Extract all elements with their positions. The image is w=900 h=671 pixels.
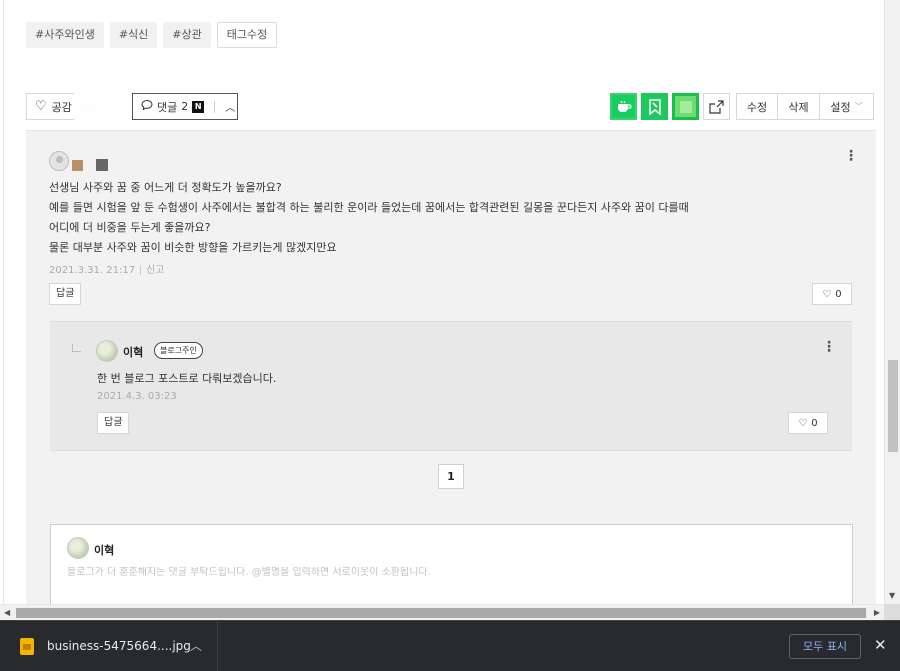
more-options-icon[interactable]: ⋮ bbox=[822, 340, 836, 354]
reply-button[interactable]: 답글 bbox=[49, 283, 82, 305]
horizontal-scrollbar[interactable]: ◀ ▶ bbox=[0, 604, 884, 620]
divider bbox=[140, 265, 142, 275]
tag-edit-button[interactable]: 태그수정 bbox=[216, 22, 278, 48]
reply-author[interactable]: 이혁 bbox=[123, 344, 143, 360]
download-item[interactable]: business-5475664....jpg ︿ bbox=[0, 621, 218, 671]
writer-name: 이혁 bbox=[94, 544, 115, 557]
share-icons bbox=[610, 93, 730, 120]
download-bar: business-5475664....jpg ︿ 모두 표시 ✕ bbox=[0, 620, 900, 671]
scrollbar-corner bbox=[884, 604, 900, 620]
comment-text: 선생님 사주와 꿈 중 어느게 더 정확도가 높을까요? 예를 들면 시험을 앞… bbox=[49, 178, 839, 258]
comment-label: 댓글 bbox=[157, 100, 178, 114]
left-edge bbox=[0, 0, 4, 604]
redacted-name bbox=[96, 159, 108, 171]
reply-date: 2021.4.3. 03:23 bbox=[97, 391, 177, 402]
page-number-current[interactable]: 1 bbox=[438, 464, 464, 489]
avatar[interactable] bbox=[49, 151, 69, 171]
settings-button[interactable]: 설정 ﹀ bbox=[820, 93, 874, 120]
close-icon[interactable]: ✕ bbox=[874, 636, 887, 654]
comment-count: 2 bbox=[181, 100, 189, 113]
new-badge: N bbox=[192, 100, 205, 113]
comment-line: 선생님 사주와 꿈 중 어느게 더 정확도가 높을까요? bbox=[49, 181, 282, 194]
chevron-down-icon: ﹀ bbox=[854, 102, 863, 111]
divider bbox=[214, 100, 216, 113]
scrollbar-thumb[interactable] bbox=[16, 608, 866, 618]
owner-badge: 블로그주인 bbox=[154, 342, 203, 359]
more-options-icon[interactable]: ⋮ bbox=[844, 149, 858, 163]
keep-share-icon[interactable] bbox=[641, 93, 668, 120]
tag-item[interactable]: #식신 bbox=[109, 22, 158, 48]
comment-like-button[interactable]: ♡ 0 bbox=[812, 283, 852, 305]
reply-comment: 이혁 블로그주인 ⋮ 한 번 블로그 포스트로 다뤄보겠습니다. 2021.4.… bbox=[50, 321, 852, 451]
scrollbar-thumb[interactable] bbox=[888, 360, 898, 452]
share-icon[interactable] bbox=[703, 93, 730, 120]
reply-button[interactable]: 답글 bbox=[97, 412, 130, 434]
reply-text: 한 번 블로그 포스트로 다뤄보겠습니다. bbox=[97, 372, 277, 385]
scroll-left-arrow-icon[interactable]: ◀ bbox=[4, 608, 10, 617]
image-file-icon bbox=[20, 638, 34, 655]
tag-item[interactable]: #사주와인생 bbox=[26, 22, 104, 48]
post-action-bar: ♡ 공감 댓글 2 N ︿ 수정 삭제 설정 ﹀ bbox=[26, 93, 876, 129]
download-filename[interactable]: business-5475664....jpg bbox=[47, 639, 191, 653]
settings-label: 설정 bbox=[830, 100, 851, 114]
like-label: 공감 bbox=[51, 100, 72, 114]
post-manage-buttons: 수정 삭제 설정 ﹀ bbox=[736, 93, 874, 120]
scroll-right-arrow-icon[interactable]: ▶ bbox=[874, 608, 880, 617]
heart-icon: ♡ bbox=[35, 99, 47, 114]
heart-icon: ♡ bbox=[822, 288, 832, 300]
redacted-block bbox=[74, 93, 136, 129]
cafe-share-icon[interactable] bbox=[610, 93, 637, 120]
comment-section: ⋮ 선생님 사주와 꿈 중 어느게 더 정확도가 높을까요? 예를 들면 시험을… bbox=[26, 130, 876, 604]
tag-item[interactable]: #상관 bbox=[163, 22, 211, 48]
comment-input[interactable] bbox=[67, 567, 837, 578]
blog-page: #사주와인생 #식신 #상관 태그수정 ♡ 공감 댓글 2 N ︿ 수정 삭제 … bbox=[0, 0, 884, 604]
comment-date: 2021.3.31. 21:17 bbox=[49, 265, 136, 276]
memo-share-icon[interactable] bbox=[672, 93, 699, 120]
heart-icon: ♡ bbox=[798, 417, 808, 429]
comment-toggle-button[interactable]: 댓글 2 N ︿ bbox=[132, 93, 238, 120]
like-count: 0 bbox=[835, 288, 842, 300]
chevron-up-icon[interactable]: ︿ bbox=[190, 637, 202, 654]
avatar[interactable] bbox=[96, 340, 118, 362]
comment-line: 물론 대부분 사주와 꿈이 비슷한 방향을 가르키는게 많겠지만요 bbox=[49, 241, 337, 254]
scroll-down-arrow-icon[interactable]: ▼ bbox=[889, 591, 895, 600]
speech-bubble-icon bbox=[141, 99, 153, 114]
reply-indent-icon bbox=[72, 344, 81, 352]
comment-meta: 2021.3.31. 21:17 신고 bbox=[49, 261, 164, 276]
comment-write-box: 이혁 bbox=[50, 524, 853, 604]
avatar bbox=[67, 537, 89, 559]
vertical-scrollbar[interactable]: ▼ bbox=[884, 0, 900, 604]
report-link[interactable]: 신고 bbox=[146, 265, 164, 276]
edit-button[interactable]: 수정 bbox=[736, 93, 778, 120]
comment-line: 예를 들면 시험을 앞 둔 수험생이 사주에서는 불합격 하는 불리한 운이라 … bbox=[49, 201, 689, 214]
delete-button[interactable]: 삭제 bbox=[778, 93, 820, 120]
comment-line: 어디에 더 비중을 두는게 좋을까요? bbox=[49, 221, 211, 234]
tag-list: #사주와인생 #식신 #상관 태그수정 bbox=[26, 22, 278, 48]
chevron-up-icon: ︿ bbox=[225, 103, 236, 114]
reply-like-button[interactable]: ♡ 0 bbox=[788, 412, 828, 434]
redacted-name bbox=[72, 160, 83, 171]
show-all-button[interactable]: 모두 표시 bbox=[789, 634, 861, 659]
like-count: 0 bbox=[811, 417, 818, 429]
